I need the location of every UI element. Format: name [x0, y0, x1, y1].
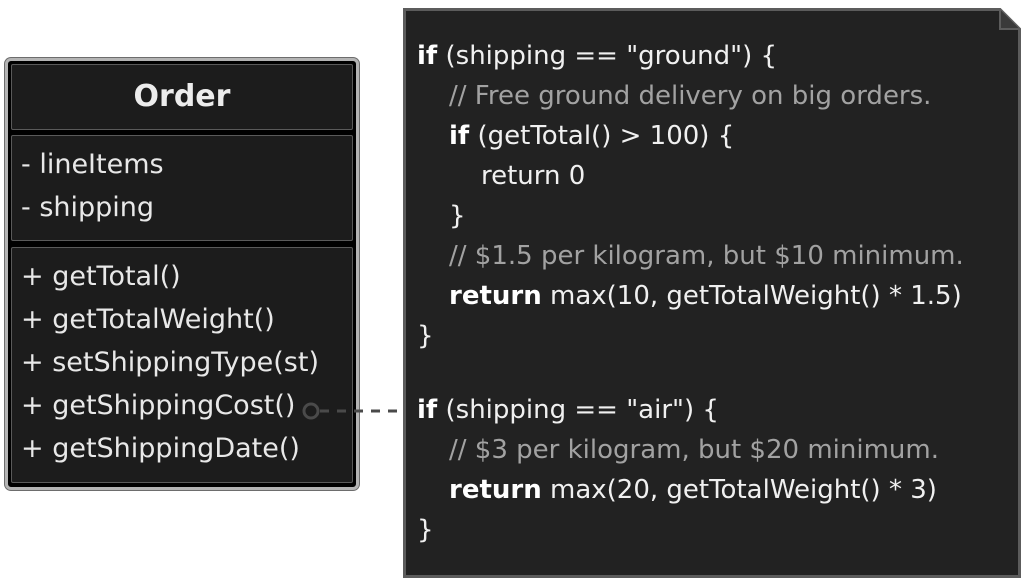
code-text: (shipping == "ground") {	[437, 41, 778, 71]
code-note: if (shipping == "ground") { // Free grou…	[403, 8, 1021, 578]
code-keyword: if	[417, 41, 438, 71]
code-text: max(20, getTotalWeight() * 3)	[541, 475, 937, 505]
code-text: (getTotal() > 100) {	[469, 121, 735, 151]
code-keyword: if	[417, 395, 438, 425]
code-keyword: return	[449, 281, 542, 311]
code-line-if-total: if (getTotal() > 100) {	[417, 120, 734, 152]
code-line-return-ground: return max(10, getTotalWeight() * 1.5)	[417, 280, 962, 312]
code-keyword: return	[449, 475, 542, 505]
code-line-close-inner: }	[449, 201, 466, 231]
code-comment-free-ground: // Free ground delivery on big orders.	[449, 81, 932, 111]
code-line-return-air: return max(20, getTotalWeight() * 3)	[417, 474, 937, 506]
code-line-if-air: if (shipping == "air") {	[417, 394, 719, 426]
code-line-return-zero: return 0	[481, 161, 586, 191]
code-line-close-air: }	[417, 515, 434, 545]
code-keyword: if	[449, 121, 470, 151]
code-comment-air-rate: // $3 per kilogram, but $20 minimum.	[449, 435, 939, 465]
code-line-if-ground: if (shipping == "ground") {	[417, 40, 777, 72]
code-text: (shipping == "air") {	[437, 395, 719, 425]
connector-anchor-circle	[302, 402, 320, 420]
code-line-close-ground: }	[417, 321, 434, 351]
code-text: max(10, getTotalWeight() * 1.5)	[541, 281, 962, 311]
code-comment-ground-rate: // $1.5 per kilogram, but $10 minimum.	[449, 241, 964, 271]
